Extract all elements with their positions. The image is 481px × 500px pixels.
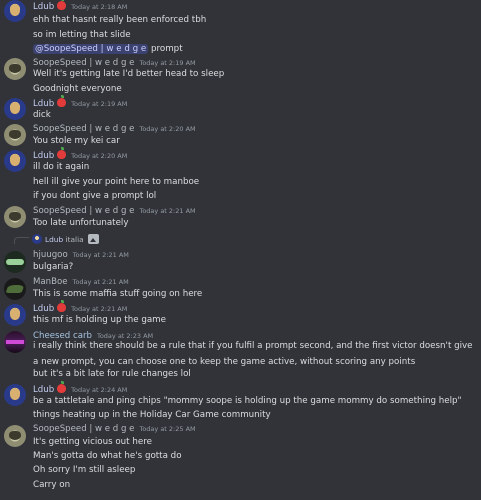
message-text: Oh sorry I'm still asleep [33, 465, 136, 475]
message-text: Well it's getting late I'd better head t… [33, 69, 225, 79]
message-text: so im letting that slide [33, 30, 131, 40]
apple-badge-icon [57, 95, 67, 107]
message-text: bulgaria? [33, 262, 74, 272]
avatar[interactable] [4, 384, 26, 406]
username[interactable]: hjuugoo Today at 2:21 AM [33, 250, 129, 260]
timestamp: Today at 2:19 AM [71, 100, 128, 108]
timestamp: Today at 2:21 AM [71, 305, 128, 313]
avatar[interactable] [4, 331, 26, 353]
message-text: be a tattletale and ping chips "mommy so… [33, 396, 462, 406]
message-text: It's getting vicious out here [33, 437, 152, 447]
reply-connector [14, 237, 29, 244]
username[interactable]: Ldub Today at 2:18 AM [33, 0, 128, 12]
avatar[interactable] [4, 150, 26, 172]
message-text: but it's a bit late for rule changes lol [33, 369, 191, 379]
avatar[interactable] [4, 278, 26, 300]
avatar[interactable] [4, 206, 26, 228]
apple-badge-icon [57, 0, 67, 10]
image-attachment-icon [87, 234, 99, 244]
timestamp: Today at 2:20 AM [139, 125, 196, 133]
avatar[interactable] [4, 58, 26, 80]
message-text: Man's gotta do what he's gotta do [33, 451, 182, 461]
message-text: @SoopeSpeed | w e d g e prompt [33, 44, 183, 54]
username[interactable]: SoopeSpeed | w e d g e Today at 2:25 AM [33, 424, 196, 434]
username[interactable]: SoopeSpeed | w e d g e Today at 2:20 AM [33, 124, 196, 134]
message-text: This is some maffia stuff going on here [33, 289, 203, 299]
apple-badge-icon [57, 381, 67, 393]
timestamp: Today at 2:21 AM [72, 251, 129, 259]
message-text: dick [33, 110, 51, 120]
avatar[interactable] [4, 251, 26, 273]
timestamp: Today at 2:18 AM [71, 3, 128, 11]
avatar[interactable] [4, 0, 26, 22]
message-text: Carry on [33, 480, 71, 490]
reply-avatar [32, 234, 42, 244]
avatar[interactable] [4, 304, 26, 326]
username[interactable]: Ldub Today at 2:19 AM [33, 95, 128, 109]
message-text: Too late unfortunately [33, 218, 129, 228]
message-text: hell ill give your point here to manboe [33, 177, 200, 187]
message-text: ehh that hasnt really been enforced tbh [33, 15, 207, 25]
message-text: i really think there should be a rule th… [33, 341, 473, 367]
timestamp: Today at 2:24 AM [71, 386, 128, 394]
message-text: this mf is holding up the game [33, 315, 166, 325]
avatar[interactable] [4, 425, 26, 447]
apple-badge-icon [57, 147, 67, 159]
timestamp: Today at 2:25 AM [139, 425, 196, 433]
username[interactable]: SoopeSpeed | w e d g e Today at 2:19 AM [33, 58, 196, 68]
chat-log: Ldub Today at 2:18 AM ehh that hasnt real… [0, 0, 481, 500]
username[interactable]: Ldub Today at 2:20 AM [33, 147, 128, 161]
avatar[interactable] [4, 98, 26, 120]
username[interactable]: SoopeSpeed | w e d g e Today at 2:21 AM [33, 206, 196, 216]
apple-badge-icon [57, 300, 67, 312]
message-text: Goodnight everyone [33, 84, 122, 94]
avatar[interactable] [4, 124, 26, 146]
reply-preview[interactable]: Ldub italia [45, 234, 99, 244]
timestamp: Today at 2:21 AM [72, 278, 129, 286]
message-text: ill do it again [33, 162, 90, 172]
username[interactable]: Ldub Today at 2:24 AM [33, 381, 128, 395]
timestamp: Today at 2:21 AM [139, 207, 196, 215]
username[interactable]: ManBoe Today at 2:21 AM [33, 277, 129, 287]
message-text: things heating up in the Holiday Car Gam… [33, 410, 271, 420]
message-text: if you dont give a prompt lol [33, 191, 157, 201]
timestamp: Today at 2:20 AM [71, 152, 128, 160]
user-mention[interactable]: @SoopeSpeed | w e d g e [33, 44, 149, 54]
username[interactable]: Ldub Today at 2:21 AM [33, 300, 128, 314]
message-text: You stole my kei car [33, 136, 120, 146]
timestamp: Today at 2:19 AM [139, 59, 196, 67]
